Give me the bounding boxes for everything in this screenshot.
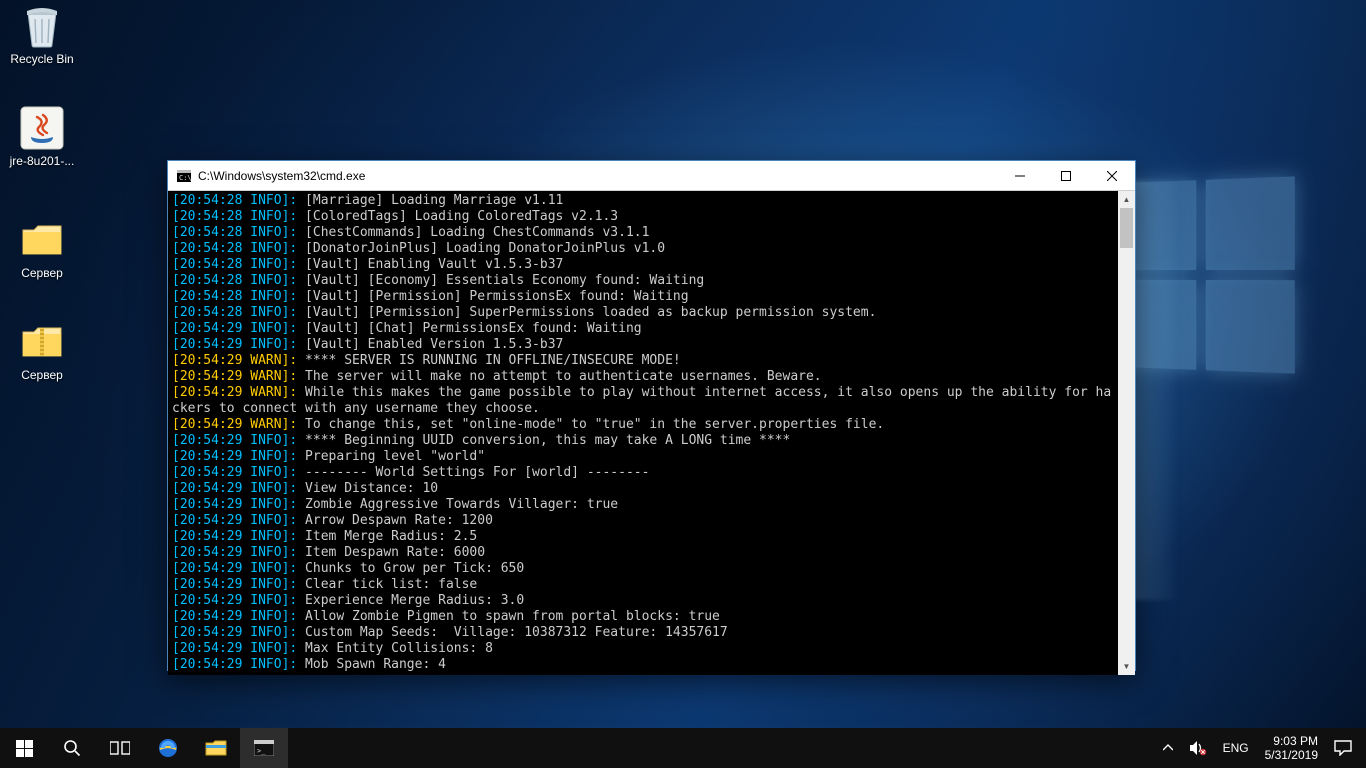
taskbar-spacer — [288, 728, 1155, 768]
close-button[interactable] — [1089, 161, 1135, 191]
zip-folder-icon — [18, 318, 66, 366]
console-line: [20:54:29 WARN]: To change this, set "on… — [172, 417, 1114, 433]
desktop-icon-server-folder-1[interactable]: Сервер — [4, 216, 80, 280]
desktop-icon-label: Сервер — [4, 368, 80, 382]
console-line: [20:54:29 INFO]: Preparing level "world" — [172, 449, 1114, 465]
taskbar: >_ ENG 9:03 PM 5/31/2019 — [0, 728, 1366, 768]
maximize-button[interactable] — [1043, 161, 1089, 191]
svg-text:>_: >_ — [257, 747, 266, 755]
start-button[interactable] — [0, 728, 48, 768]
console-line: [20:54:28 INFO]: [Marriage] Loading Marr… — [172, 193, 1114, 209]
scroll-down-button[interactable]: ▼ — [1118, 658, 1135, 675]
cmd-scrollbar[interactable]: ▲ ▼ — [1118, 191, 1135, 675]
console-line: [20:54:29 INFO]: Mob Spawn Range: 4 — [172, 657, 1114, 673]
console-line: [20:54:29 INFO]: Experience Merge Radius… — [172, 593, 1114, 609]
console-line: [20:54:28 INFO]: [Vault] [Permission] Pe… — [172, 289, 1114, 305]
tray-clock[interactable]: 9:03 PM 5/31/2019 — [1257, 734, 1326, 762]
taskbar-app-cmd[interactable]: >_ — [240, 728, 288, 768]
cmd-system-icon: C:\ — [176, 168, 192, 184]
console-line: [20:54:28 INFO]: [ChestCommands] Loading… — [172, 225, 1114, 241]
console-line: [20:54:29 INFO]: Allow Zombie Pigmen to … — [172, 609, 1114, 625]
java-icon — [18, 104, 66, 152]
task-view-button[interactable] — [96, 728, 144, 768]
tray-action-center-icon[interactable] — [1326, 728, 1360, 768]
tray-date: 5/31/2019 — [1265, 748, 1318, 762]
console-line: [20:54:29 INFO]: Item Merge Radius: 2.5 — [172, 529, 1114, 545]
desktop-icon-label: jre-8u201-... — [4, 154, 80, 168]
folder-icon — [18, 216, 66, 264]
taskbar-app-ie[interactable] — [144, 728, 192, 768]
console-line: [20:54:29 WARN]: **** SERVER IS RUNNING … — [172, 353, 1114, 369]
tray-language[interactable]: ENG — [1215, 728, 1257, 768]
console-line: [20:54:29 INFO]: Chunks to Grow per Tick… — [172, 561, 1114, 577]
desktop-icon-recycle-bin[interactable]: Recycle Bin — [4, 2, 80, 66]
console-line: [20:54:29 INFO]: Item Despawn Rate: 6000 — [172, 545, 1114, 561]
scroll-thumb[interactable] — [1120, 208, 1133, 248]
tray-overflow-button[interactable] — [1155, 728, 1181, 768]
console-line: [20:54:29 INFO]: Zombie Aggressive Towar… — [172, 497, 1114, 513]
cmd-window: C:\ C:\Windows\system32\cmd.exe [20:54:2… — [167, 160, 1136, 671]
desktop-icon-label: Сервер — [4, 266, 80, 280]
console-line: [20:54:28 INFO]: [Vault] [Economy] Essen… — [172, 273, 1114, 289]
tray-volume-icon[interactable] — [1181, 728, 1215, 768]
search-button[interactable] — [48, 728, 96, 768]
cmd-title-text: C:\Windows\system32\cmd.exe — [198, 169, 997, 183]
console-line: [20:54:28 INFO]: [ColoredTags] Loading C… — [172, 209, 1114, 225]
console-line: [20:54:28 INFO]: [Vault] [Permission] Su… — [172, 305, 1114, 321]
wallpaper-windows-logo — [1114, 176, 1295, 373]
desktop-icon-server-zip[interactable]: Сервер — [4, 318, 80, 382]
console-line: [20:54:29 INFO]: Clear tick list: false — [172, 577, 1114, 593]
console-line: [20:54:29 INFO]: Max Entity Collisions: … — [172, 641, 1114, 657]
console-line: [20:54:29 INFO]: **** Beginning UUID con… — [172, 433, 1114, 449]
console-line: [20:54:29 INFO]: -------- World Settings… — [172, 465, 1114, 481]
scroll-track[interactable] — [1118, 208, 1135, 658]
cmd-output[interactable]: [20:54:28 INFO]: [Marriage] Loading Marr… — [168, 191, 1118, 675]
console-line: [20:54:29 INFO]: Custom Map Seeds: Villa… — [172, 625, 1114, 641]
scroll-up-button[interactable]: ▲ — [1118, 191, 1135, 208]
tray-language-text: ENG — [1223, 741, 1249, 755]
cmd-titlebar[interactable]: C:\ C:\Windows\system32\cmd.exe — [168, 161, 1135, 191]
console-line: [20:54:29 WARN]: While this makes the ga… — [172, 385, 1114, 401]
console-line: ckers to connect with any username they … — [172, 401, 1114, 417]
svg-text:C:\: C:\ — [179, 174, 191, 182]
minimize-button[interactable] — [997, 161, 1043, 191]
console-line: [20:54:28 INFO]: [DonatorJoinPlus] Loadi… — [172, 241, 1114, 257]
recycle-bin-icon — [18, 2, 66, 50]
desktop-icon-label: Recycle Bin — [4, 52, 80, 66]
tray-time: 9:03 PM — [1265, 734, 1318, 748]
console-line: [20:54:29 INFO]: Arrow Despawn Rate: 120… — [172, 513, 1114, 529]
desktop-icon-jre[interactable]: jre-8u201-... — [4, 104, 80, 168]
taskbar-app-explorer[interactable] — [192, 728, 240, 768]
console-line: [20:54:29 INFO]: [Vault] [Chat] Permissi… — [172, 321, 1114, 337]
console-line: [20:54:28 INFO]: [Vault] Enabling Vault … — [172, 257, 1114, 273]
console-line: [20:54:29 INFO]: [Vault] Enabled Version… — [172, 337, 1114, 353]
console-line: [20:54:29 INFO]: View Distance: 10 — [172, 481, 1114, 497]
console-line: [20:54:29 WARN]: The server will make no… — [172, 369, 1114, 385]
